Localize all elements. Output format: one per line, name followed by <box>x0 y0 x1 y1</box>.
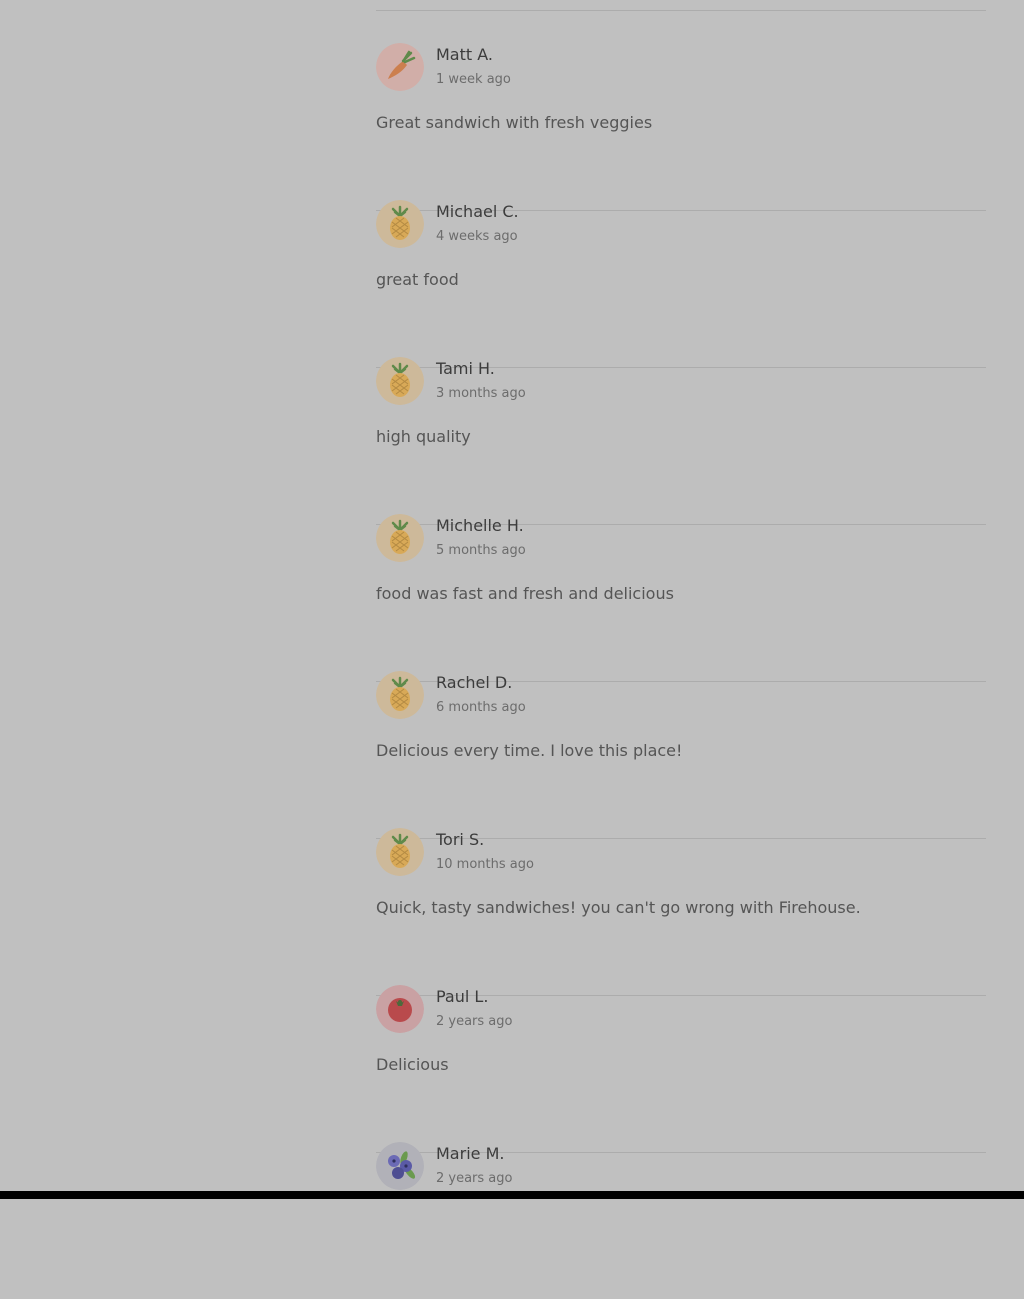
bottom-bar <box>0 1191 1024 1199</box>
review-item: Michael C. 4 weeks ago great food <box>376 200 986 368</box>
review-time: 3 months ago <box>436 386 526 401</box>
review-item: Michelle H. 5 months ago food was fast a… <box>376 514 986 682</box>
review-time: 6 months ago <box>436 700 526 715</box>
review-text: food was fast and fresh and delicious <box>376 584 674 603</box>
pineapple-icon <box>376 200 424 248</box>
review-item: Marie M. 2 years ago <box>376 1142 986 1299</box>
tomato-icon <box>376 985 424 1033</box>
review-item: Matt A. 1 week ago Great sandwich with f… <box>376 43 986 211</box>
blueberry-icon <box>376 1142 424 1190</box>
reviewer-name[interactable]: Tori S. <box>436 830 484 849</box>
divider <box>376 10 986 11</box>
review-time: 1 week ago <box>436 72 511 87</box>
review-time: 10 months ago <box>436 857 534 872</box>
review-text: great food <box>376 270 459 289</box>
reviewer-name[interactable]: Michael C. <box>436 202 519 221</box>
pineapple-icon <box>376 357 424 405</box>
reviewer-name[interactable]: Matt A. <box>436 45 493 64</box>
review-text: Great sandwich with fresh veggies <box>376 113 653 132</box>
review-time: 2 years ago <box>436 1171 513 1186</box>
review-item: Tami H. 3 months ago high quality <box>376 357 986 525</box>
reviewer-name[interactable]: Michelle H. <box>436 516 524 535</box>
review-item: Tori S. 10 months ago Quick, tasty sandw… <box>376 828 986 996</box>
review-text: Delicious every time. I love this place! <box>376 741 683 760</box>
review-item: Rachel D. 6 months ago Delicious every t… <box>376 671 986 839</box>
review-item: Paul L. 2 years ago Delicious <box>376 985 986 1153</box>
pineapple-icon <box>376 514 424 562</box>
pineapple-icon <box>376 671 424 719</box>
review-text: high quality <box>376 427 471 446</box>
review-text: Quick, tasty sandwiches! you can't go wr… <box>376 898 861 917</box>
review-time: 5 months ago <box>436 543 526 558</box>
review-time: 2 years ago <box>436 1014 513 1029</box>
review-time: 4 weeks ago <box>436 229 518 244</box>
review-text: Delicious <box>376 1055 449 1074</box>
carrot-icon <box>376 43 424 91</box>
reviewer-name[interactable]: Paul L. <box>436 987 488 1006</box>
reviewer-name[interactable]: Marie M. <box>436 1144 504 1163</box>
pineapple-icon <box>376 828 424 876</box>
reviewer-name[interactable]: Rachel D. <box>436 673 512 692</box>
reviewer-name[interactable]: Tami H. <box>436 359 495 378</box>
